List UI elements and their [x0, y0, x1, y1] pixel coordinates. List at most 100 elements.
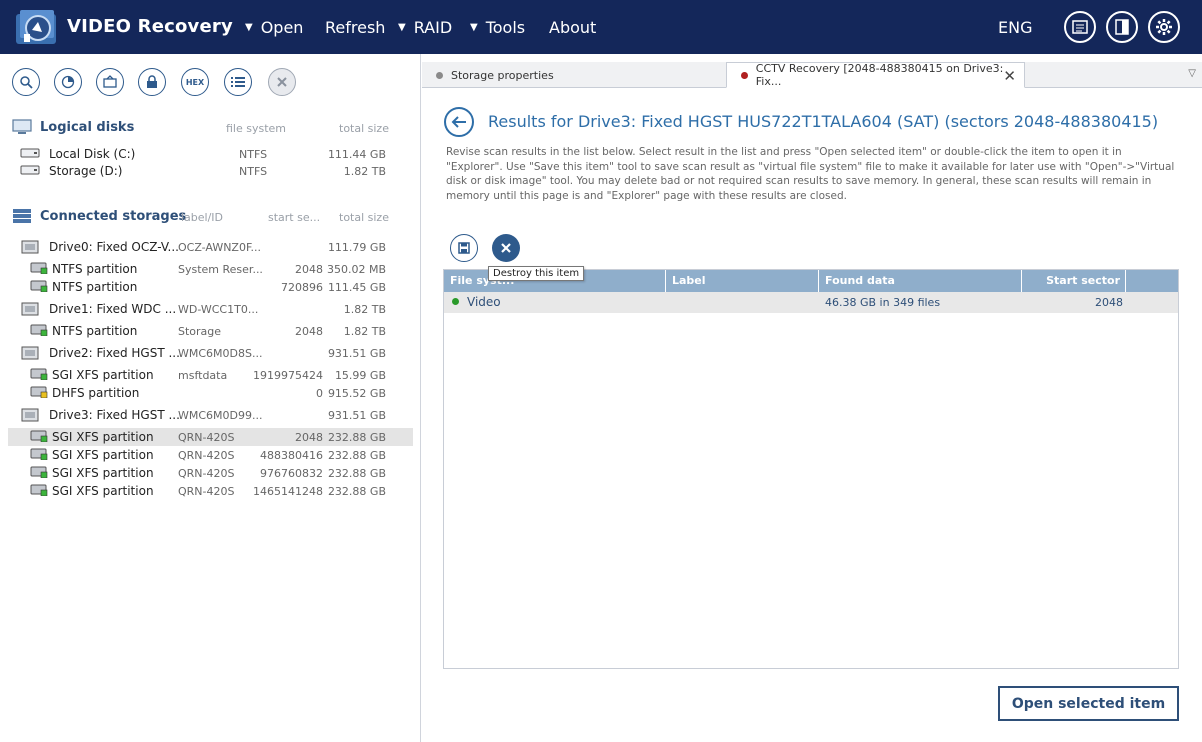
col-start-sector: start se...	[268, 211, 321, 224]
app-logo-icon	[16, 10, 56, 44]
storage-partition-row[interactable]: SGI XFS partition QRN-420S 976760832 232.88…	[8, 464, 413, 482]
storage-size: 232.88 GB	[327, 449, 386, 462]
storage-partition-row[interactable]: SGI XFS partition QRN-420S 1465141248 232.8…	[8, 482, 413, 500]
storage-partition-row[interactable]: NTFS partition 720896 111.45 GB	[8, 278, 413, 296]
storage-label: WMC6M0D99...	[178, 409, 263, 422]
image-button[interactable]	[96, 68, 124, 96]
lock-icon	[147, 75, 157, 88]
close-icon	[277, 77, 287, 87]
drive-icon	[21, 302, 39, 319]
col-label-id: label/ID	[181, 211, 224, 224]
tab-cctv-recovery[interactable]: CCTV Recovery [2048-488380415 on Drive3:…	[726, 62, 1025, 88]
tab-status-dot	[436, 71, 443, 79]
storage-drive-row[interactable]: Drive3: Fixed HGST ... WMC6M0D99... 931.51…	[8, 406, 413, 424]
storage-size: 15.99 GB	[334, 369, 386, 382]
storage-partition-row[interactable]: SGI XFS partition QRN-420S 488380416 232.88…	[8, 446, 413, 464]
storage-drive-row[interactable]: Drive1: Fixed WDC ... WD-WCC1T0... 1.82 TB	[8, 300, 413, 318]
storage-size: 111.79 GB	[327, 241, 386, 254]
language-selector[interactable]: ENG	[998, 18, 1032, 37]
save-item-button[interactable]	[450, 234, 478, 262]
storage-size: 232.88 GB	[327, 467, 386, 480]
panel-icon	[1115, 19, 1129, 35]
tab-list-icon[interactable]: ▽	[1188, 68, 1196, 79]
storage-name: Drive2: Fixed HGST ...	[49, 346, 180, 360]
storage-partition-row[interactable]: NTFS partition System Reser... 2048 350.02 …	[8, 260, 413, 278]
hex-button[interactable]: HEX	[181, 68, 209, 96]
storage-partition-row[interactable]: SGI XFS partition msftdata 1919975424 15.99…	[8, 366, 413, 384]
storage-label: WD-WCC1T0...	[178, 303, 259, 316]
encryption-button[interactable]	[138, 68, 166, 96]
app-header: VIDEO Recovery ▼ Open Refresh ▼ RAID ▼ Tool…	[0, 0, 1202, 54]
storage-name: SGI XFS partition	[52, 430, 154, 444]
arrow-left-icon	[451, 116, 466, 128]
partition-icon	[30, 324, 48, 339]
storage-start-sector: 2048	[295, 325, 323, 338]
app-title: VIDEO Recovery	[67, 16, 233, 37]
storage-partition-row[interactable]: SGI XFS partition QRN-420S 2048 232.88 GB	[8, 428, 413, 446]
menu-about[interactable]: About	[549, 18, 596, 37]
logical-disks-header: Logical disks	[12, 119, 134, 135]
dropdown-arrow-icon: ▼	[470, 22, 478, 33]
storage-drive-row[interactable]: Drive0: Fixed OCZ-V... OCZ-AWNZ0F... 111.7…	[8, 238, 413, 256]
log-button[interactable]	[1064, 11, 1096, 43]
search-button[interactable]	[12, 68, 40, 96]
col-total-size: total size	[339, 211, 389, 224]
storage-partition-row[interactable]: DHFS partition 0 915.52 GB	[8, 384, 413, 402]
disk-fs: NTFS	[239, 148, 268, 161]
col-file-system: file system	[226, 122, 287, 135]
storage-label: QRN-420S	[178, 467, 235, 480]
col-start-sector[interactable]: Start sector	[1022, 270, 1126, 292]
disk-size: 111.44 GB	[327, 148, 386, 161]
storage-name: NTFS partition	[52, 262, 138, 276]
storage-size: 111.45 GB	[327, 281, 386, 294]
col-total-size: total size	[339, 122, 389, 135]
storage-size: 350.02 MB	[326, 263, 386, 276]
storage-name: SGI XFS partition	[52, 466, 154, 480]
storage-start-sector: 1919975424	[253, 369, 323, 382]
logical-disk-row[interactable]: Local Disk (C:) NTFS 111.44 GB	[8, 145, 413, 163]
menu-open[interactable]: ▼ Open	[245, 18, 303, 37]
cell-start-sector: 2048	[1095, 296, 1123, 309]
status-dot-icon	[452, 298, 459, 305]
col-label[interactable]: Label	[666, 270, 819, 292]
dropdown-arrow-icon: ▼	[398, 22, 406, 33]
logical-disk-row[interactable]: Storage (D:) NTFS 1.82 TB	[8, 162, 413, 180]
partition-icon	[30, 368, 48, 383]
storage-label: msftdata	[178, 369, 228, 382]
table-row[interactable]: Video 46.38 GB in 349 files 2048	[444, 292, 1178, 313]
main-panel: Storage properties CCTV Recovery [2048-4…	[422, 54, 1202, 742]
open-selected-item-button[interactable]: Open selected item	[998, 686, 1179, 721]
storage-size: 931.51 GB	[327, 409, 386, 422]
storage-panel: HEX Logical disks file system total size…	[0, 54, 421, 742]
tab-storage-properties[interactable]: Storage properties	[422, 62, 726, 88]
storage-size: 931.51 GB	[327, 347, 386, 360]
storage-start-sector: 976760832	[260, 467, 323, 480]
storage-name: SGI XFS partition	[52, 448, 154, 462]
results-table: File syst... Label Found data Start sect…	[443, 269, 1179, 669]
destroy-item-button[interactable]	[492, 234, 520, 262]
results-title: Results for Drive3: Fixed HGST HUS722T1T…	[488, 112, 1159, 131]
menu-tools[interactable]: ▼ Tools	[470, 18, 525, 37]
storage-name: Drive3: Fixed HGST ...	[49, 408, 180, 422]
settings-button[interactable]	[1148, 11, 1180, 43]
storage-start-sector: 720896	[281, 281, 323, 294]
storage-size: 915.52 GB	[327, 387, 386, 400]
results-description: Revise scan results in the list below. S…	[446, 146, 1175, 202]
storage-start-sector: 488380416	[260, 449, 323, 462]
tab-close-icon[interactable]: ✕	[1003, 67, 1016, 85]
storage-drive-row[interactable]: Drive2: Fixed HGST ... WMC6M0D8S... 931.51…	[8, 344, 413, 362]
close-storage-button[interactable]	[268, 68, 296, 96]
menu-raid[interactable]: ▼ RAID	[398, 18, 452, 37]
storage-name: Drive1: Fixed WDC ...	[49, 302, 177, 316]
storage-label: System Reser...	[178, 263, 263, 276]
back-button[interactable]	[444, 107, 474, 137]
scan-button[interactable]	[54, 68, 82, 96]
storage-partition-row[interactable]: NTFS partition Storage 2048 1.82 TB	[8, 322, 413, 340]
panel-toggle-button[interactable]	[1106, 11, 1138, 43]
disk-image-icon	[103, 75, 117, 88]
menu-refresh[interactable]: Refresh	[325, 18, 385, 37]
storage-name: Drive0: Fixed OCZ-V...	[49, 240, 179, 254]
col-found-data[interactable]: Found data	[819, 270, 1022, 292]
list-button[interactable]	[224, 68, 252, 96]
partition-icon	[30, 386, 48, 401]
